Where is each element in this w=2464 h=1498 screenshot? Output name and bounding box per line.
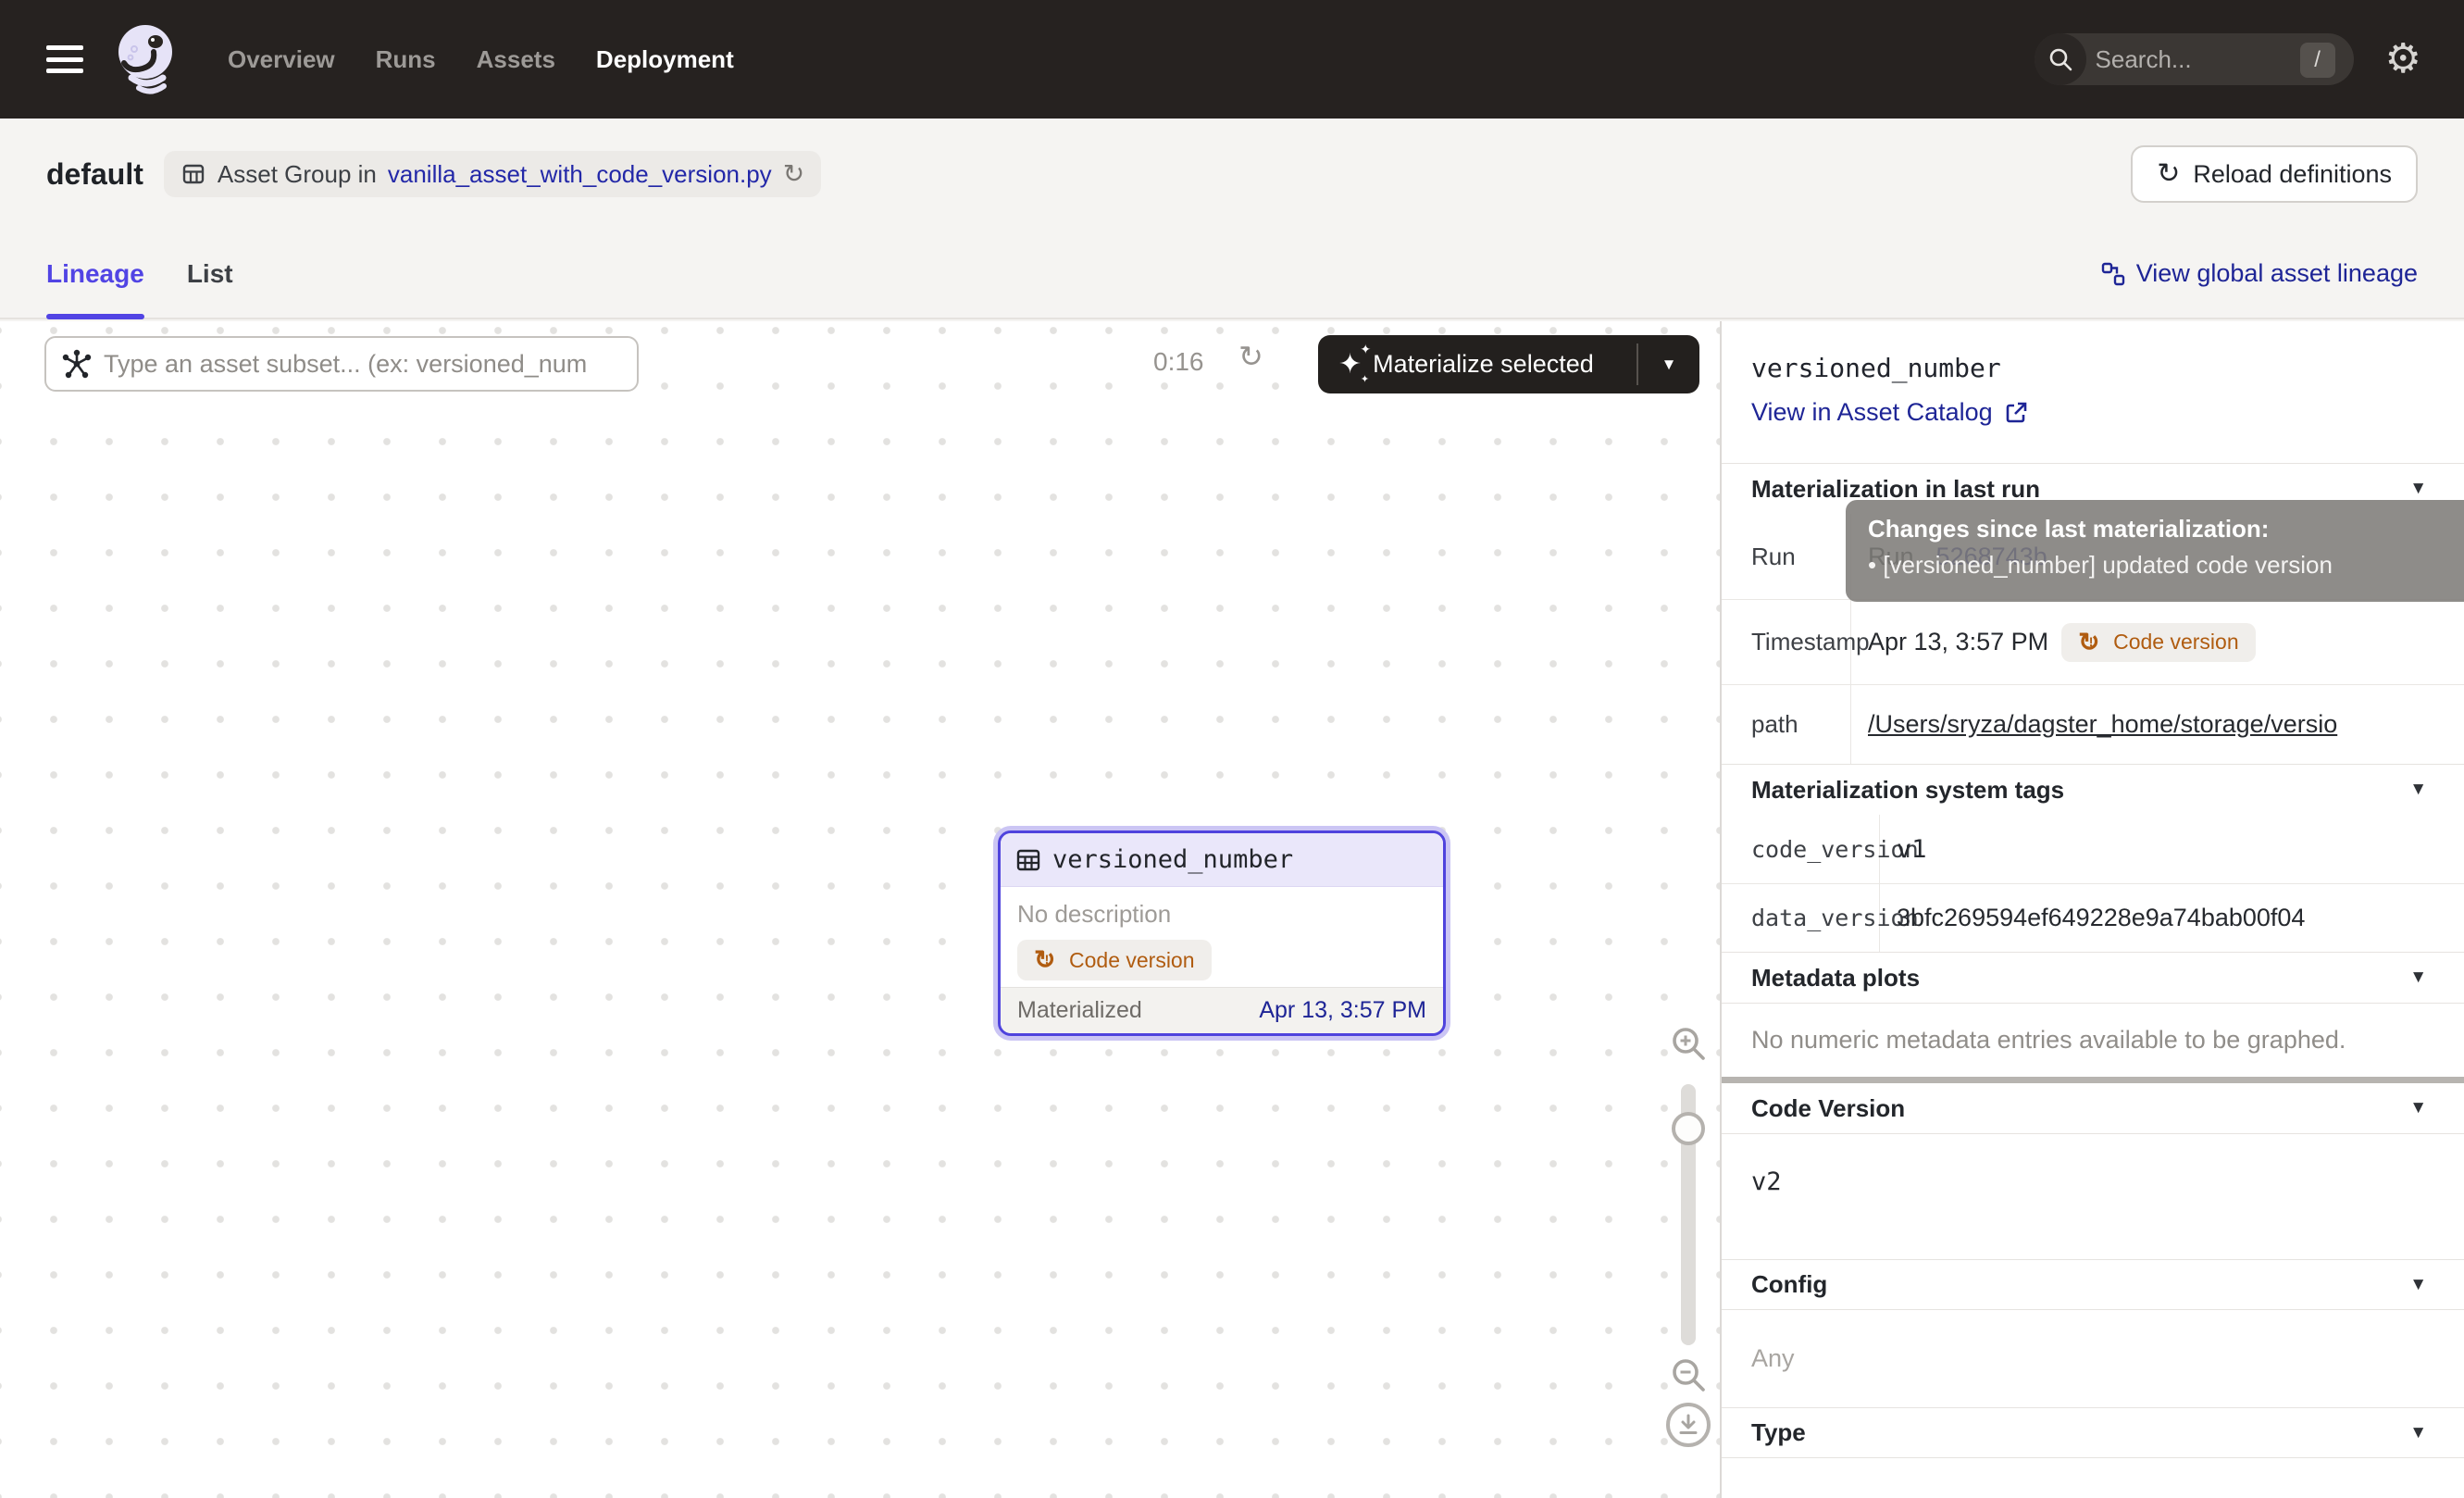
config-value: Any (1722, 1310, 2464, 1407)
nav-item-assets[interactable]: Assets (477, 45, 555, 74)
code-version-definition-value: v2 (1722, 1134, 2464, 1259)
asset-node-body: No description ↻! Code version (1001, 887, 1443, 980)
panel-splitter-handle[interactable] (1722, 1077, 2464, 1083)
code-version-badge[interactable]: ↻! Code version (2061, 623, 2256, 662)
chevron-down-icon[interactable]: ▼ (2409, 1423, 2427, 1443)
row-data-version-tag: data_version 3bfc269594ef649228e9a74bab0… (1722, 883, 2464, 952)
global-lineage-icon (2101, 262, 2125, 286)
refresh-icon[interactable]: ↻ (783, 161, 804, 187)
panel-asset-title: versioned_number (1751, 353, 2464, 383)
asset-subset-input-wrap (44, 336, 639, 392)
zoom-out-icon[interactable] (1668, 1354, 1709, 1395)
code-version-changed-icon: ↻! (1034, 947, 1060, 973)
data-version-value: 3bfc269594ef649228e9a74bab00f04 (1880, 884, 2464, 952)
asset-group-icon (180, 161, 206, 187)
row-code-version-tag: code_version v1 (1722, 815, 2464, 883)
view-global-asset-lineage-link[interactable]: View global asset lineage (2101, 230, 2418, 318)
zoom-slider-handle[interactable] (1672, 1112, 1705, 1145)
tab-list[interactable]: List (187, 230, 233, 318)
section-code-version[interactable]: Code Version ▼ (1722, 1083, 2464, 1134)
refresh-icon[interactable]: ↻ (1238, 342, 1263, 371)
breadcrumb-label: Asset Group in (218, 160, 377, 189)
row-path: path /Users/sryza/dagster_home/storage/v… (1722, 684, 2464, 764)
path-link[interactable]: /Users/sryza/dagster_home/storage/versio (1868, 710, 2337, 739)
dagster-logo-icon[interactable] (109, 20, 181, 98)
top-nav: Overview Runs Assets Deployment / ⚙ (0, 0, 2464, 119)
materialize-dropdown-caret[interactable]: ▼ (1638, 335, 1699, 393)
reload-icon: ↻ (2157, 160, 2180, 188)
reload-label: Reload definitions (2193, 160, 2392, 189)
zoom-in-icon[interactable] (1668, 1023, 1709, 1064)
section-materialization-system-tags[interactable]: Materialization system tags ▼ (1722, 764, 2464, 815)
materialize-sparkle-icon: ✦✦✦ (1338, 351, 1362, 379)
refresh-timer: 0:16 (1153, 347, 1204, 377)
materialize-selected-button[interactable]: ✦✦✦ Materialize selected ▼ (1318, 335, 1699, 393)
nav-menu: Overview Runs Assets Deployment (228, 45, 734, 74)
chevron-down-icon[interactable]: ▼ (2409, 1098, 2427, 1118)
download-graph-icon[interactable] (1666, 1403, 1711, 1447)
section-type[interactable]: Type ▼ (1722, 1407, 2464, 1458)
asset-subset-input[interactable] (104, 350, 622, 379)
nav-item-deployment[interactable]: Deployment (596, 45, 734, 74)
asset-detail-panel: versioned_number View in Asset Catalog M… (1722, 321, 2464, 1498)
asset-node-header: versioned_number (1001, 833, 1443, 887)
search-shortcut-badge: / (2300, 43, 2335, 78)
asset-node-title: versioned_number (1052, 845, 1293, 874)
metadata-empty-message: No numeric metadata entries available to… (1722, 1003, 2464, 1077)
asset-node-versioned-number[interactable]: versioned_number No description ↻! Code … (998, 830, 1446, 1036)
search-icon (2035, 33, 2086, 85)
view-in-asset-catalog-link[interactable]: View in Asset Catalog (1751, 398, 2028, 427)
section-metadata-plots[interactable]: Metadata plots ▼ (1722, 952, 2464, 1003)
table-icon (1015, 847, 1041, 873)
asset-node-footer: Materialized Apr 13, 3:57 PM (1001, 987, 1443, 1033)
chevron-down-icon[interactable]: ▼ (2409, 1275, 2427, 1295)
changes-since-materialization-tooltip: Changes since last materialization: • [v… (1846, 500, 2464, 602)
search-input[interactable] (2096, 45, 2271, 74)
chevron-down-icon[interactable]: ▼ (2409, 780, 2427, 800)
materialize-label: Materialize selected (1373, 350, 1594, 379)
breadcrumb-file-link[interactable]: vanilla_asset_with_code_version.py (388, 160, 772, 189)
chevron-down-icon[interactable]: ▼ (2409, 967, 2427, 988)
asset-graph-canvas[interactable]: 0:16 ↻ ✦✦✦ Materialize selected ▼ versio… (0, 321, 1722, 1498)
materialized-label: Materialized (1017, 997, 1142, 1024)
page-header: default Asset Group in vanilla_asset_wit… (0, 119, 2464, 230)
zoom-controls (1661, 1006, 1716, 1498)
code-version-changed-icon: ↻! (2078, 630, 2104, 655)
nav-item-overview[interactable]: Overview (228, 45, 335, 74)
materialized-time-link[interactable]: Apr 13, 3:57 PM (1259, 997, 1426, 1024)
nav-item-runs[interactable]: Runs (376, 45, 436, 74)
view-tabs: Lineage List View global asset lineage (0, 230, 2464, 319)
timestamp-value: Apr 13, 3:57 PM (1868, 628, 2048, 656)
reload-definitions-button[interactable]: ↻ Reload definitions (2131, 145, 2418, 203)
asset-node-description: No description (1017, 900, 1426, 929)
page-title: default (46, 157, 143, 192)
code-version-value: v1 (1880, 815, 2464, 883)
code-version-badge[interactable]: ↻! Code version (1017, 940, 1212, 980)
section-config[interactable]: Config ▼ (1722, 1259, 2464, 1310)
menu-icon[interactable] (46, 45, 83, 73)
chevron-down-icon[interactable]: ▼ (2409, 479, 2427, 499)
tab-lineage[interactable]: Lineage (46, 230, 144, 318)
search-bar[interactable]: / (2035, 33, 2354, 85)
asset-graph-icon (61, 348, 93, 380)
gear-icon[interactable]: ⚙ (2385, 39, 2421, 80)
external-link-icon (2004, 401, 2028, 425)
breadcrumb: Asset Group in vanilla_asset_with_code_v… (164, 151, 821, 197)
row-timestamp: Timestamp Apr 13, 3:57 PM ↻! Code versio… (1722, 599, 2464, 684)
